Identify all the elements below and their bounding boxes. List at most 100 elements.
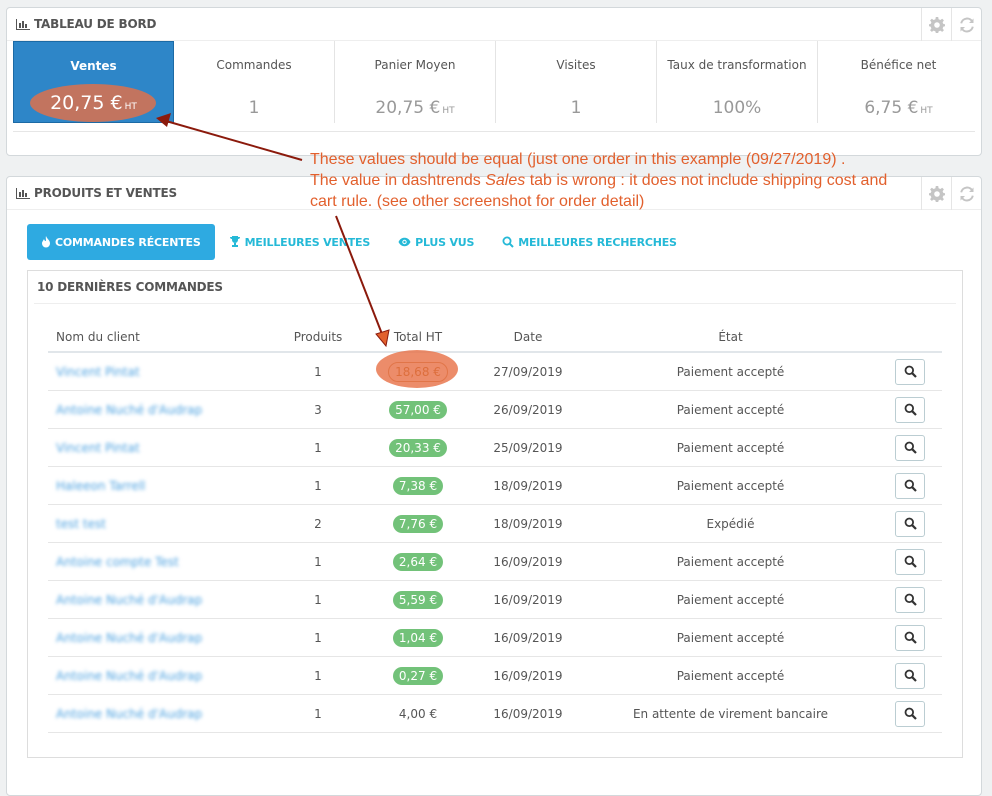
action-cell (878, 656, 942, 695)
client-name-link[interactable]: Antoine Nuché d'Audrap (56, 403, 202, 417)
table-row: Haleeon Tarrell 1 7,38 € 18/09/2019 Paiement… (48, 466, 942, 505)
kpi-net-profit[interactable]: Bénéfice net 6,75 € HT (818, 41, 979, 123)
client-name-link[interactable]: Antoine Nuché d'Audrap (56, 593, 202, 607)
view-order-button[interactable] (895, 700, 925, 727)
client-name-cell: Haleeon Tarrell (48, 466, 273, 505)
products-panel: PRODUITS ET VENTES COMMANDES RÉCENTES ME… (6, 176, 982, 796)
status-cell: Paiement accepté (583, 542, 878, 581)
tab-recent-orders[interactable]: COMMANDES RÉCENTES (27, 224, 215, 260)
annotation-emphasis: Sales (485, 172, 526, 189)
client-name-link[interactable]: Vincent Pintat (56, 365, 140, 379)
search-icon (904, 555, 917, 568)
search-icon (904, 669, 917, 682)
products-count-cell: 1 (273, 542, 363, 581)
view-order-button[interactable] (895, 510, 925, 537)
client-name-cell: Antoine Nuché d'Audrap (48, 390, 273, 429)
fire-icon (42, 236, 50, 248)
view-order-button[interactable] (895, 586, 925, 613)
total-cell: 4,00 € (363, 694, 473, 733)
date-cell: 27/09/2019 (473, 352, 583, 391)
total-badge: 5,59 € (392, 590, 444, 609)
products-count-cell: 3 (273, 390, 363, 429)
date-cell: 25/09/2019 (473, 428, 583, 467)
dashboard-panel: TABLEAU DE BORD Ventes 20,75 € HT Command… (6, 7, 982, 156)
total-badge: 18,68 € (388, 361, 448, 382)
total-cell: 5,59 € (363, 580, 473, 619)
dashboard-config-button[interactable] (921, 8, 951, 41)
table-row: Antoine Nuché d'Audrap 1 5,59 € 16/09/2019 P… (48, 580, 942, 619)
search-icon (904, 517, 917, 530)
products-count-cell: 1 (273, 618, 363, 657)
search-icon (904, 707, 917, 720)
view-order-button[interactable] (895, 434, 925, 461)
recent-orders-divider (34, 303, 956, 304)
kpi-value: 20,75 € HT (14, 92, 173, 114)
recent-orders-title: 10 DERNIÈRES COMMANDES (37, 280, 223, 294)
table-row: Antoine compte Test 1 2,64 € 16/09/2019 Paie… (48, 542, 942, 581)
status-cell: Paiement accepté (583, 428, 878, 467)
kpi-value: 1 (174, 98, 334, 118)
kpi-value-unit: HT (124, 102, 137, 112)
dashboard-tools (921, 8, 981, 41)
action-cell (878, 428, 942, 467)
client-name-link[interactable]: Antoine Nuché d'Audrap (56, 707, 202, 721)
products-count-cell: 1 (273, 352, 363, 391)
view-order-button[interactable] (895, 396, 925, 423)
tab-most-viewed[interactable]: PLUS VUS (384, 224, 488, 260)
client-name-link[interactable]: Antoine Nuché d'Audrap (56, 669, 202, 683)
dashboard-title-text: TABLEAU DE BORD (34, 17, 157, 31)
total-badge: 1,04 € (392, 628, 444, 647)
date-cell: 16/09/2019 (473, 542, 583, 581)
kpi-value: 6,75 € HT (818, 98, 979, 118)
products-count-cell: 1 (273, 694, 363, 733)
view-order-button[interactable] (895, 472, 925, 499)
client-name-cell: Antoine compte Test (48, 542, 273, 581)
tab-top-searches[interactable]: MEILLEURES RECHERCHES (488, 224, 691, 260)
kpi-visits[interactable]: Visites 1 (496, 41, 657, 123)
search-icon (904, 593, 917, 606)
date-cell: 16/09/2019 (473, 618, 583, 657)
column-header: Nom du client (48, 323, 273, 353)
client-name-link[interactable]: Haleeon Tarrell (56, 479, 145, 493)
search-icon (904, 479, 917, 492)
client-name-cell: Antoine Nuché d'Audrap (48, 580, 273, 619)
kpi-value-amount: 6,75 € (864, 98, 919, 118)
client-name-link[interactable]: Antoine compte Test (56, 555, 179, 569)
products-title-text: PRODUITS ET VENTES (34, 186, 177, 200)
tab-label: COMMANDES RÉCENTES (55, 235, 201, 249)
kpi-row: Ventes 20,75 € HT Commandes 1 Panier Moye… (13, 41, 976, 125)
client-name-cell: test test (48, 504, 273, 543)
view-order-button[interactable] (895, 358, 925, 385)
kpi-label: Taux de transformation (667, 58, 807, 72)
kpi-divider (13, 131, 975, 132)
client-name-link[interactable]: Vincent Pintat (56, 441, 140, 455)
total-badge: 20,33 € (389, 438, 447, 457)
gear-icon (928, 16, 945, 33)
date-cell: 26/09/2019 (473, 390, 583, 429)
kpi-orders[interactable]: Commandes 1 (174, 41, 335, 123)
status-cell: Paiement accepté (583, 352, 878, 391)
kpi-average-cart[interactable]: Panier Moyen 20,75 € HT (335, 41, 496, 123)
table-row: Antoine Nuché d'Audrap 1 4,00 € 16/09/2019 E… (48, 694, 942, 733)
client-name-link[interactable]: test test (56, 517, 106, 531)
total-cell: 0,27 € (363, 656, 473, 695)
total-badge: 7,76 € (392, 514, 444, 533)
client-name-link[interactable]: Antoine Nuché d'Audrap (56, 631, 202, 645)
products-count-cell: 1 (273, 428, 363, 467)
tab-best-sellers[interactable]: MEILLEURES VENTES (215, 224, 385, 260)
action-cell (878, 352, 942, 391)
view-order-button[interactable] (895, 548, 925, 575)
date-cell: 16/09/2019 (473, 656, 583, 695)
dashboard-refresh-button[interactable] (951, 8, 981, 41)
view-order-button[interactable] (895, 662, 925, 689)
products-title: PRODUITS ET VENTES (16, 186, 177, 200)
total-badge: 4,00 € (398, 706, 438, 721)
kpi-conversion-rate[interactable]: Taux de transformation 100% (657, 41, 818, 123)
view-order-button[interactable] (895, 624, 925, 651)
total-cell: 7,38 € (363, 466, 473, 505)
status-cell: En attente de virement bancaire (583, 694, 878, 733)
kpi-sales[interactable]: Ventes 20,75 € HT (13, 41, 174, 123)
orders-header-row: Nom du client Produits Total HT Date Éta… (48, 323, 942, 353)
annotation-line-2a: The value in dashtrends (310, 172, 486, 189)
search-icon (502, 236, 514, 248)
